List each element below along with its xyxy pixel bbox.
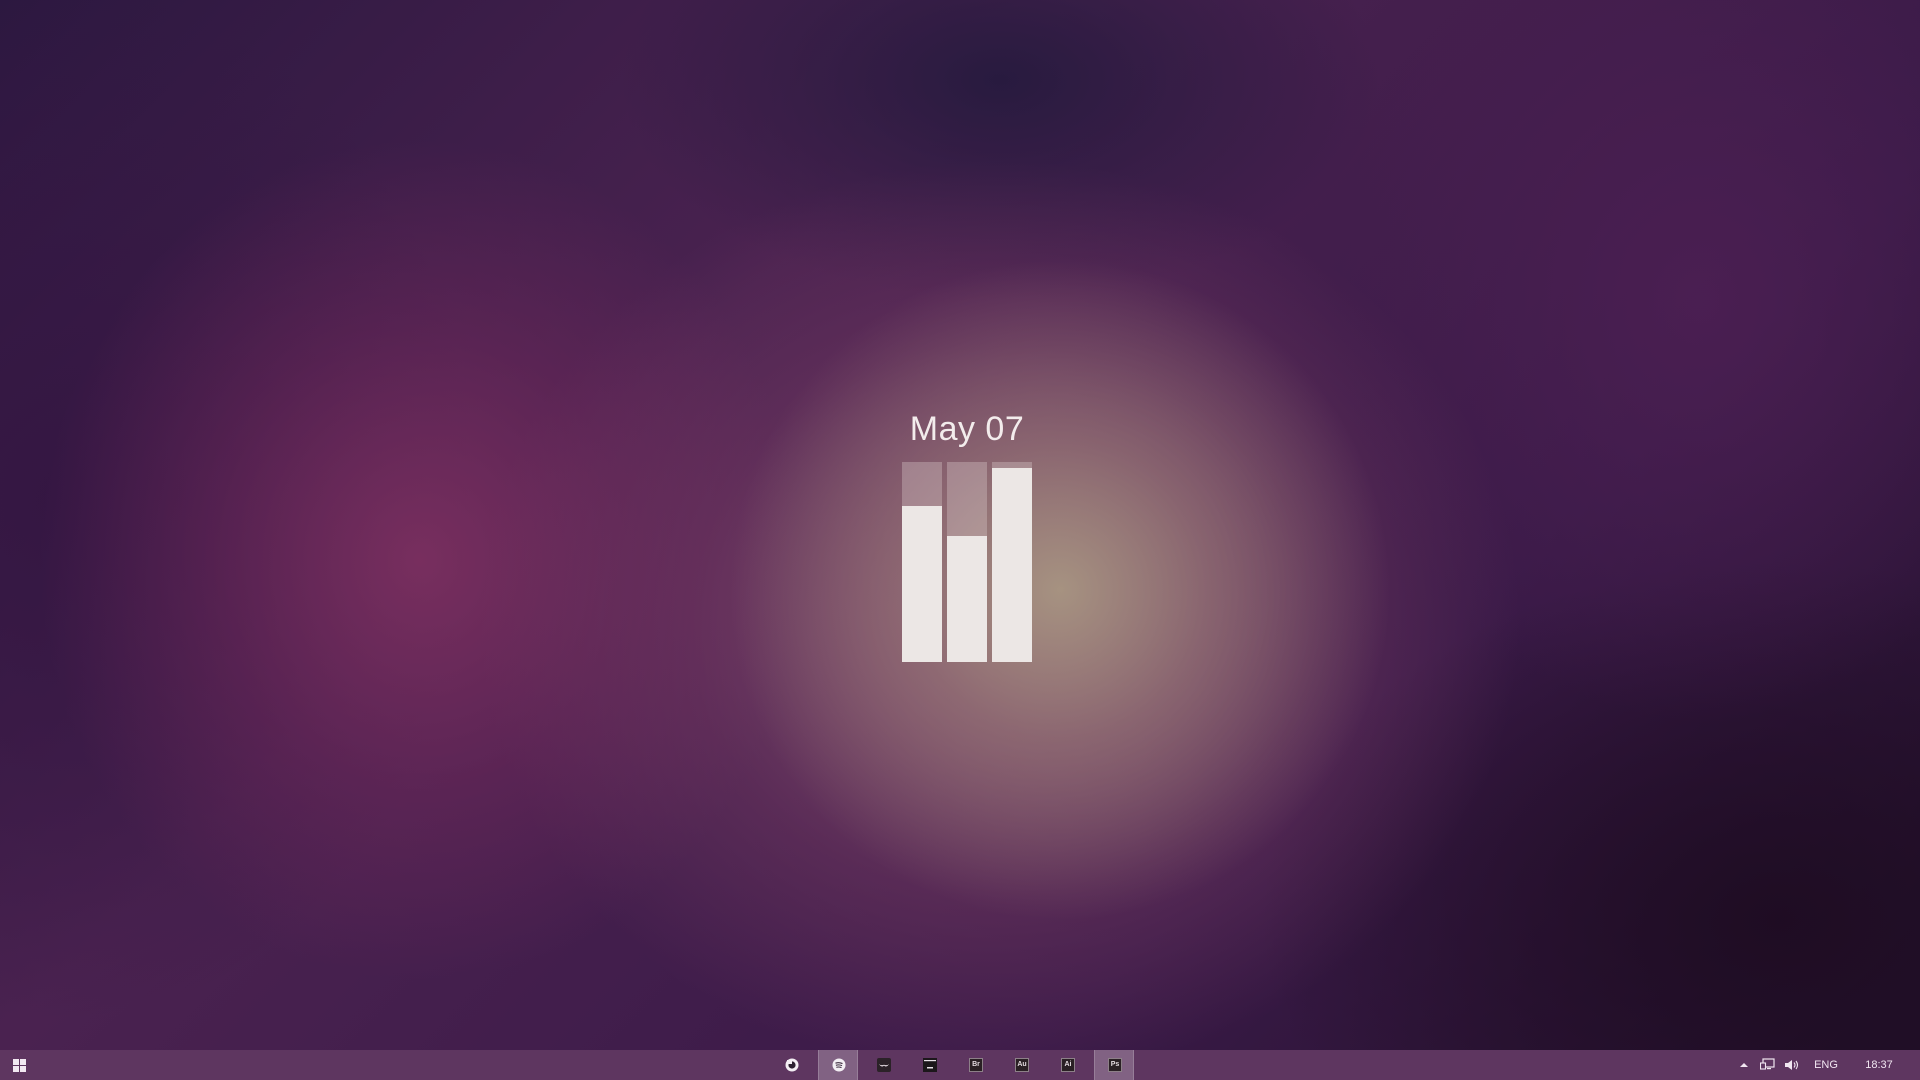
adobe-audition-icon: Au <box>1015 1058 1029 1072</box>
taskbar-app-mustache[interactable] <box>864 1050 904 1080</box>
start-button[interactable] <box>0 1050 38 1080</box>
adobe-photoshop-icon: Ps <box>1108 1058 1122 1072</box>
bar-fill-3 <box>992 468 1032 662</box>
spotify-icon <box>832 1058 846 1072</box>
adobe-illustrator-icon: Ai <box>1061 1058 1075 1072</box>
taskbar-app-c-circle[interactable] <box>772 1050 812 1080</box>
bar-track-1 <box>902 462 942 662</box>
terminal-icon <box>923 1058 937 1072</box>
clock[interactable]: 18:37 <box>1851 1050 1907 1080</box>
taskbar-app-spotify[interactable] <box>818 1050 858 1080</box>
taskbar-app-bridge[interactable]: Br <box>956 1050 996 1080</box>
network-icon <box>1760 1058 1775 1070</box>
chevron-up-icon <box>1740 1063 1748 1067</box>
taskbar-app-illustrator[interactable]: Ai <box>1048 1050 1088 1080</box>
adobe-bridge-icon: Br <box>969 1058 983 1072</box>
tray-network-button[interactable] <box>1758 1050 1778 1080</box>
date-label: May 07 <box>909 410 1025 448</box>
taskbar: Br Au Ai Ps ENG 18:37 <box>0 1050 1920 1080</box>
bar-fill-1 <box>902 506 942 662</box>
bar-track-3 <box>992 462 1032 662</box>
tray-volume-button[interactable] <box>1782 1050 1802 1080</box>
windows-logo-icon <box>13 1059 26 1072</box>
taskbar-app-terminal[interactable] <box>910 1050 950 1080</box>
taskbar-app-audition[interactable]: Au <box>1002 1050 1042 1080</box>
clock-time: 18:37 <box>1865 1059 1893 1071</box>
mustache-icon <box>877 1058 891 1072</box>
bar-track-2 <box>947 462 987 662</box>
taskbar-app-photoshop[interactable]: Ps <box>1094 1050 1134 1080</box>
tray-overflow-button[interactable] <box>1736 1050 1752 1080</box>
bar-fill-2 <box>947 536 987 662</box>
language-indicator[interactable]: ENG <box>1810 1050 1842 1080</box>
c-circle-icon <box>785 1058 799 1072</box>
volume-icon <box>1785 1060 1799 1070</box>
